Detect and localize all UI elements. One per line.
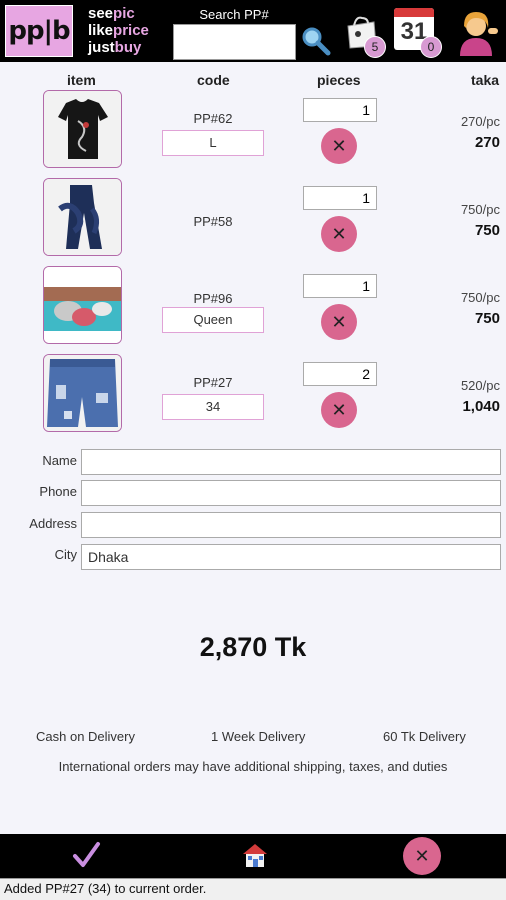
pieces-input[interactable]: [303, 186, 377, 210]
phone-field[interactable]: [81, 480, 501, 506]
name-field[interactable]: [81, 449, 501, 475]
line-total: 270: [474, 134, 500, 151]
confirm-button[interactable]: [68, 838, 104, 874]
calendar-count-badge: 0: [420, 36, 442, 58]
column-item: item: [67, 72, 96, 88]
unit-price: 520/pc: [460, 378, 500, 393]
pieces-input[interactable]: [303, 274, 377, 298]
status-bar: Added PP#27 (34) to current order.: [0, 878, 506, 900]
app-logo[interactable]: pp|b: [5, 5, 73, 57]
order-row: PP#96 Queen ✕ 750/pc 750: [0, 266, 506, 346]
grand-total: 2,870 Tk: [199, 632, 307, 662]
jeans-image: [44, 179, 121, 255]
address-label: Address: [29, 516, 77, 531]
line-total: 1,040: [462, 398, 500, 415]
unit-price: 270/pc: [460, 114, 500, 129]
item-size[interactable]: Queen: [162, 307, 264, 333]
item-code: PP#27: [193, 375, 233, 390]
denim-shorts-image: [44, 355, 121, 431]
calendar-icon: [394, 8, 434, 17]
remove-item-button[interactable]: ✕: [321, 216, 357, 252]
remove-item-button[interactable]: ✕: [321, 128, 357, 164]
bedsheet-image: [44, 267, 121, 343]
close-icon: ✕: [331, 136, 347, 156]
cancel-order-button[interactable]: ✕: [403, 837, 441, 875]
tagline-see: see: [88, 5, 114, 22]
search-label: Search PP#: [199, 7, 269, 22]
tagline-price: price: [113, 22, 149, 39]
item-thumbnail[interactable]: [43, 90, 122, 168]
tagline-like: like: [88, 22, 114, 39]
item-thumbnail[interactable]: [43, 266, 122, 344]
tagline-pic: pic: [113, 5, 135, 22]
account-button[interactable]: [452, 6, 500, 58]
unit-price: 750/pc: [460, 202, 500, 217]
column-code: code: [197, 72, 230, 88]
phone-label: Phone: [39, 484, 77, 499]
tagline-buy: buy: [114, 39, 142, 56]
line-total: 750: [474, 222, 500, 239]
item-size[interactable]: 34: [162, 394, 264, 420]
search-icon: [302, 27, 331, 56]
tagline-just: just: [88, 39, 115, 56]
order-row: PP#27 34 ✕ 520/pc 1,040: [0, 354, 506, 434]
tagline: seepic likeprice justbuy: [88, 5, 149, 56]
bottom-action-bar: ✕: [0, 834, 506, 878]
close-icon: ✕: [331, 224, 347, 244]
person-icon: [460, 12, 498, 56]
unit-price: 750/pc: [460, 290, 500, 305]
cart-count-badge: 5: [364, 36, 386, 58]
item-code: PP#58: [193, 214, 233, 229]
international-note: International orders may have additional…: [58, 759, 448, 774]
delivery-fee-term: 60 Tk Delivery: [383, 729, 466, 744]
tshirt-image: [44, 91, 121, 167]
city-label: City: [54, 547, 77, 562]
remove-item-button[interactable]: ✕: [321, 304, 357, 340]
order-row: PP#62 L ✕ 270/pc 270: [0, 90, 506, 170]
home-icon: [243, 843, 267, 867]
item-code: PP#62: [193, 111, 233, 126]
close-icon: ✕: [414, 845, 430, 866]
name-label: Name: [42, 453, 77, 468]
order-row: PP#58 ✕ 750/pc 750: [0, 178, 506, 258]
item-size[interactable]: L: [162, 130, 264, 156]
close-icon: ✕: [331, 400, 347, 420]
city-field[interactable]: [81, 544, 501, 570]
item-thumbnail[interactable]: [43, 178, 122, 256]
checkmark-icon: [73, 841, 100, 867]
close-icon: ✕: [331, 312, 347, 332]
app-header: pp|b seepic likeprice justbuy Search PP#…: [0, 0, 506, 62]
column-pieces: pieces: [317, 72, 361, 88]
item-code: PP#96: [193, 291, 233, 306]
home-button[interactable]: [238, 838, 272, 874]
pieces-input[interactable]: [303, 98, 377, 122]
address-field[interactable]: [81, 512, 501, 538]
search-button[interactable]: [298, 24, 332, 58]
payment-term: Cash on Delivery: [36, 729, 135, 744]
item-thumbnail[interactable]: [43, 354, 122, 432]
search-input[interactable]: [173, 24, 296, 60]
delivery-time-term: 1 Week Delivery: [211, 729, 306, 744]
remove-item-button[interactable]: ✕: [321, 392, 357, 428]
column-taka: taka: [471, 72, 500, 88]
logo-text: pp|b: [8, 16, 70, 46]
line-total: 750: [474, 310, 500, 327]
pieces-input[interactable]: [303, 362, 377, 386]
cart-button[interactable]: 5: [344, 6, 386, 58]
